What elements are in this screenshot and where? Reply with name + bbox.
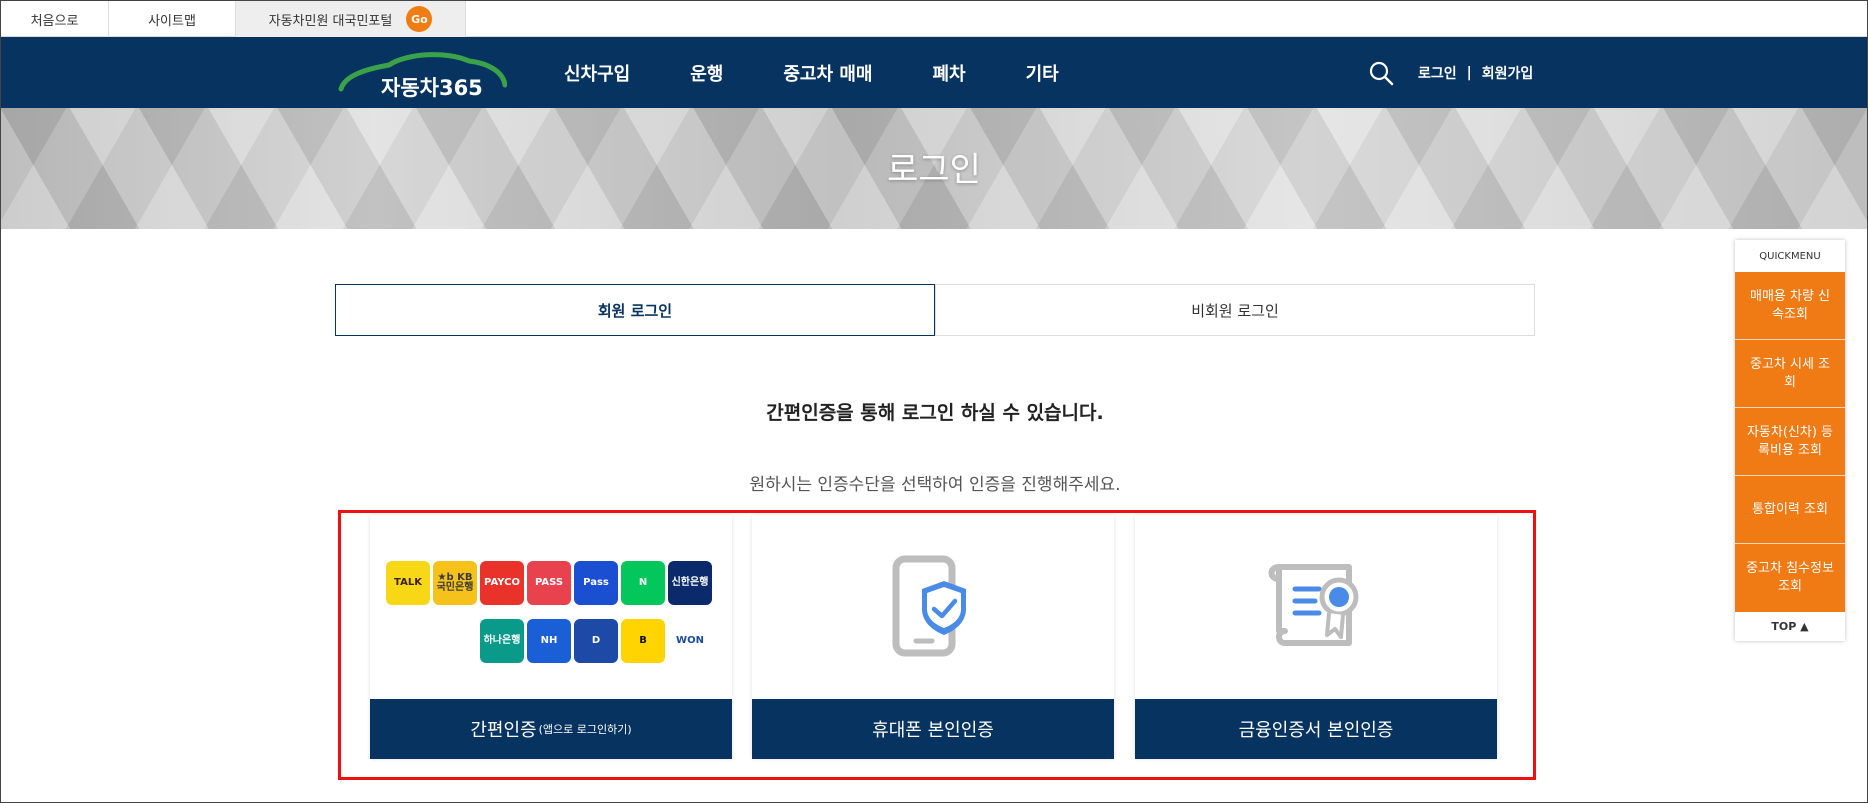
auth-app-icons: TALK ★b KB국민은행 PAYCO PASS Pass N 신한은행하나은행 NH D B W… xyxy=(386,561,718,663)
home-link[interactable]: 처음으로 xyxy=(1,1,109,37)
quick-menu-title: QUICKMENU xyxy=(1759,250,1821,262)
login-headline: 간편인증을 통해 로그인 하실 수 있습니다. xyxy=(766,402,1104,424)
simple-auth-sub: (앱으로 로그인하기) xyxy=(538,723,632,736)
payco-icon: PAYCO xyxy=(480,561,524,605)
nav-item-driving[interactable]: 운행 xyxy=(690,60,723,86)
simple-auth-button[interactable]: 간편인증 (앱으로 로그인하기) xyxy=(370,699,732,759)
phone-auth-button[interactable]: 휴대폰 본인인증 xyxy=(752,699,1114,759)
kakao-talk-icon: TALK xyxy=(386,561,430,605)
nav-item-etc[interactable]: 기타 xyxy=(1026,60,1059,86)
nh-icon: NH xyxy=(527,619,571,663)
b-app-icon: B xyxy=(621,619,665,663)
main-nav: 신차구입 운행 중고차 매매 폐차 기타 xyxy=(564,37,1119,108)
header-utilities: 로그인 | 회원가입 xyxy=(1368,37,1533,108)
toss-icon xyxy=(386,619,430,663)
login-subline: 원하시는 인증수단을 선택하여 인증을 진행해주세요. xyxy=(749,475,1121,495)
phone-shield-icon xyxy=(892,555,966,657)
certificate-icon xyxy=(1268,564,1359,646)
search-icon[interactable] xyxy=(1368,60,1394,86)
login-link[interactable]: 로그인 xyxy=(1418,63,1457,83)
cert-auth-card[interactable]: 금융인증서 본인인증 xyxy=(1135,515,1497,759)
phone-auth-card[interactable]: 휴대폰 본인인증 xyxy=(752,515,1114,759)
nav-item-scrap[interactable]: 폐차 xyxy=(932,60,965,86)
portal-label: 자동차민원 대국민포털 xyxy=(268,13,393,29)
won-icon: WON xyxy=(668,619,712,663)
page-title: 로그인 xyxy=(887,150,981,190)
d-shield-icon: D xyxy=(574,619,618,663)
quick-item-used-price[interactable]: 중고차 시세 조회 xyxy=(1735,340,1845,408)
quick-item-flood-info[interactable]: 중고차 침수정보 조회 xyxy=(1735,544,1845,612)
quick-item-history[interactable]: 통합이력 조회 xyxy=(1735,476,1845,544)
tab-member-login[interactable]: 회원 로그인 xyxy=(335,284,935,336)
samsung-pass-icon: Pass xyxy=(574,561,618,605)
quick-item-trade-check[interactable]: 매매용 차량 신속조회 xyxy=(1735,272,1845,340)
quick-item-registration-cost[interactable]: 자동차(신차) 등록비용 조회 xyxy=(1735,408,1845,476)
header-separator: | xyxy=(1466,64,1472,81)
heart-icon xyxy=(433,619,477,663)
pass-icon: PASS xyxy=(527,561,571,605)
page-banner: 로그인 xyxy=(1,108,1867,229)
hana-icon: 하나은행 xyxy=(480,619,524,663)
simple-auth-card[interactable]: TALK ★b KB국민은행 PAYCO PASS Pass N 신한은행하나은행 NH D B W… xyxy=(370,515,732,759)
signup-link[interactable]: 회원가입 xyxy=(1482,63,1534,83)
shinhan-icon: 신한은행 xyxy=(668,561,712,605)
main-header: 자동차365 신차구입 운행 중고차 매매 폐차 기타 로그인 | 회원가입 xyxy=(1,37,1867,108)
quick-menu-items: 매매용 차량 신속조회 중고차 시세 조회 자동차(신차) 등록비용 조회 통합… xyxy=(1735,272,1845,612)
cert-auth-button[interactable]: 금융인증서 본인인증 xyxy=(1135,699,1497,759)
quick-menu: QUICKMENU 매매용 차량 신속조회 중고차 시세 조회 자동차(신차) … xyxy=(1735,240,1845,641)
tab-guest-login[interactable]: 비회원 로그인 xyxy=(935,284,1535,336)
portal-link[interactable]: 자동차민원 대국민포털 Go xyxy=(236,1,466,37)
sitemap-link[interactable]: 사이트맵 xyxy=(109,1,236,37)
nav-item-new-car[interactable]: 신차구입 xyxy=(564,60,630,86)
go-button[interactable]: Go xyxy=(406,6,433,32)
site-logo[interactable]: 자동차365 xyxy=(337,45,507,105)
page: 처음으로 사이트맵 자동차민원 대국민포털 Go 자동차365 신차구입 운행 … xyxy=(0,0,1868,803)
utility-bar: 처음으로 사이트맵 자동차민원 대국민포털 Go xyxy=(1,1,1867,37)
kb-icon: ★b KB국민은행 xyxy=(433,561,477,605)
logo-text: 자동차365 xyxy=(381,76,483,100)
login-tabs: 회원 로그인 비회원 로그인 xyxy=(335,284,1535,336)
simple-auth-label: 간편인증 xyxy=(470,720,537,741)
nav-item-used-car[interactable]: 중고차 매매 xyxy=(783,60,872,86)
naver-icon: N xyxy=(621,561,665,605)
top-button[interactable]: TOP ▲ xyxy=(1735,612,1845,640)
